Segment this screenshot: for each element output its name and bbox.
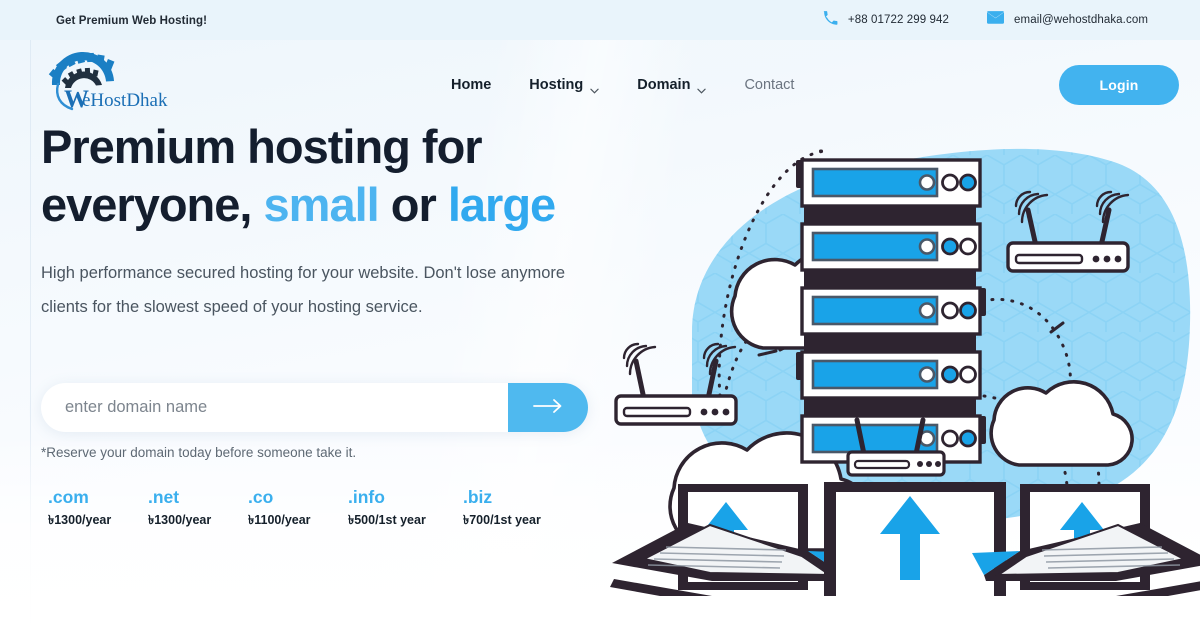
tld-item[interactable]: .co ৳1100/year — [248, 486, 348, 532]
domain-search — [41, 383, 588, 432]
top-announcement-bar: Get Premium Web Hosting! +88 01722 299 9… — [0, 0, 1200, 40]
landing-page: Get Premium Web Hosting! +88 01722 299 9… — [0, 0, 1200, 634]
tld-price: ৳700/1st year — [463, 513, 541, 527]
domain-search-input[interactable] — [41, 383, 588, 432]
server-rack — [796, 158, 986, 464]
tld-price: ৳1100/year — [248, 513, 311, 527]
hero-copy: Premium hosting for everyone, small or l… — [41, 118, 621, 324]
hosting-network-illustration — [596, 96, 1200, 596]
tld-item[interactable]: .net ৳1300/year — [148, 486, 248, 532]
envelope-icon — [987, 11, 1005, 29]
email-contact[interactable]: email@wehostdhaka.com — [987, 11, 1148, 29]
phone-contact[interactable]: +88 01722 299 942 — [823, 10, 949, 30]
tld-name: .net — [148, 487, 180, 507]
tld-price: ৳1300/year — [48, 513, 112, 527]
tld-item[interactable]: .com ৳1300/year — [48, 486, 148, 532]
tld-price: ৳500/1st year — [348, 513, 426, 527]
tld-name: .biz — [463, 487, 493, 507]
domain-search-submit-button[interactable] — [508, 383, 588, 432]
headline-line-2-a: everyone, — [41, 178, 264, 231]
arrow-right-icon — [533, 398, 563, 417]
topbar-left: Get Premium Web Hosting! — [0, 11, 207, 29]
hero-subtext: High performance secured hosting for you… — [41, 264, 566, 316]
tld-price: ৳1300/year — [148, 513, 212, 527]
tld-name: .co — [248, 487, 274, 507]
headline-highlight-small: small — [263, 178, 380, 231]
domain-reserve-note: *Reserve your domain today before someon… — [41, 445, 357, 460]
tld-name: .info — [348, 487, 385, 507]
tld-name: .com — [48, 487, 89, 507]
phone-number: +88 01722 299 942 — [847, 14, 950, 26]
headline-highlight-large: large — [447, 178, 556, 231]
tld-price-list: .com ৳1300/year .net ৳1300/year .co ৳110… — [48, 486, 578, 532]
email-address: email@wehostdhaka.com — [1014, 14, 1148, 26]
phone-icon — [823, 10, 838, 30]
topbar-contacts: +88 01722 299 942 email@wehostdhaka.com — [823, 10, 1200, 30]
tld-item[interactable]: .info ৳500/1st year — [348, 486, 463, 532]
promo-tagline: Get Premium Web Hosting! — [56, 15, 208, 27]
site-header — [0, 40, 1200, 130]
headline-line-2-b: or — [378, 178, 448, 231]
page-title: Premium hosting for everyone, small or l… — [41, 118, 621, 234]
tld-item[interactable]: .biz ৳700/1st year — [463, 486, 578, 532]
